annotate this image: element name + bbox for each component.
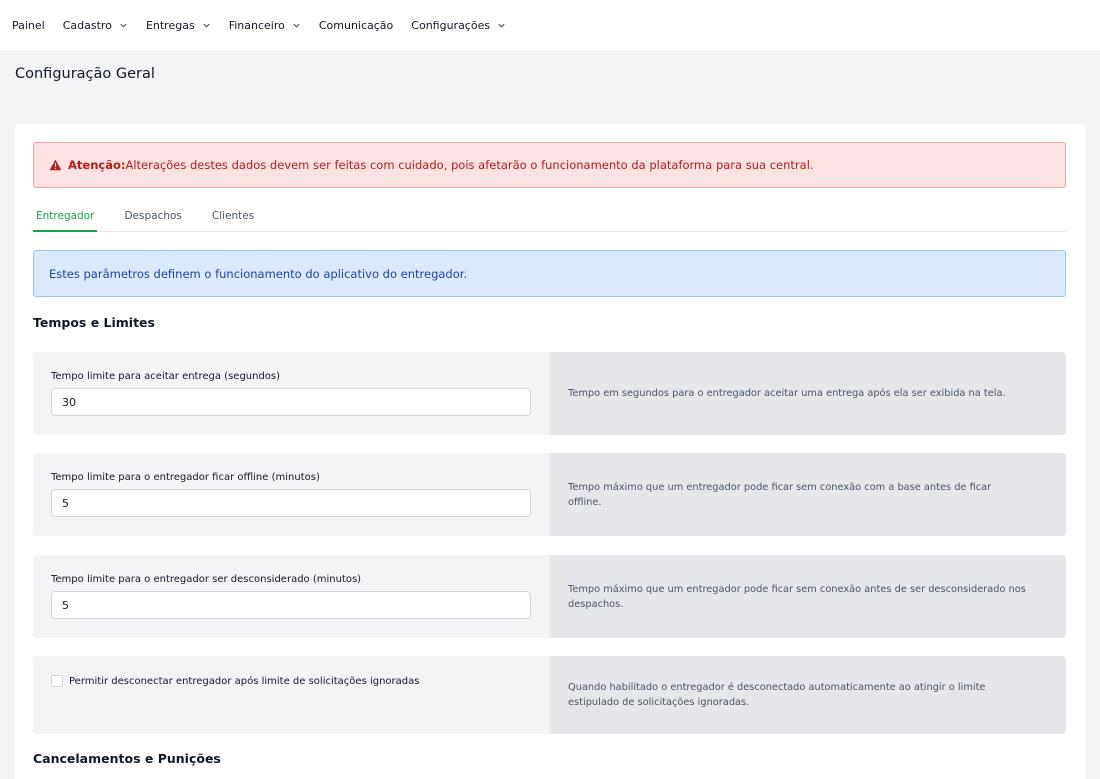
setting-row-disconnect-ignored: Permitir desconectar entregador após lim… bbox=[33, 656, 1066, 734]
field-label: Tempo limite para aceitar entrega (segun… bbox=[51, 371, 281, 382]
settings-card: Atenção: Alterações destes dados devem s… bbox=[15, 124, 1085, 779]
field-help-text: Tempo máximo que um entregador pode fica… bbox=[568, 481, 992, 508]
alert-text: Alterações destes dados devem ser feitas… bbox=[125, 158, 814, 172]
settings-tabs: Entregador Despachos Clientes bbox=[33, 204, 1066, 232]
top-navigation: Painel Cadastro Entregas Financeiro Comu… bbox=[0, 0, 1100, 50]
setting-row-left: Tempo limite para o entregador ficar off… bbox=[33, 453, 550, 536]
setting-row-accept-timeout: Tempo limite para aceitar entrega (segun… bbox=[33, 352, 1066, 435]
field-help-text: Quando habilitado o entregador é descone… bbox=[568, 682, 986, 708]
nav-item-financeiro[interactable]: Financeiro bbox=[229, 19, 301, 32]
field-help: Tempo máximo que um entregador pode fica… bbox=[550, 453, 1066, 536]
page-title: Configuração Geral bbox=[15, 66, 155, 82]
setting-row-left: Tempo limite para o entregador ser desco… bbox=[33, 555, 550, 638]
nav-item-label: Configurações bbox=[411, 18, 491, 32]
field-help: Tempo máximo que um entregador pode fica… bbox=[550, 555, 1066, 638]
chevron-down-icon bbox=[293, 23, 300, 28]
nav-item-label: Painel bbox=[12, 18, 45, 32]
section-title-cancellations: Cancelamentos e Punições bbox=[33, 751, 221, 766]
setting-row-disregard-timeout: Tempo limite para o entregador ser desco… bbox=[33, 555, 1066, 638]
disconnect-ignored-checkbox-wrap[interactable]: Permitir desconectar entregador após lim… bbox=[51, 675, 419, 687]
chevron-down-icon bbox=[120, 23, 127, 28]
accept-timeout-input[interactable] bbox=[51, 388, 531, 416]
field-help: Tempo em segundos para o entregador acei… bbox=[550, 352, 1066, 435]
field-help-text: Tempo máximo que um entregador pode fica… bbox=[568, 583, 1026, 610]
nav-item-configuracoes[interactable]: Configurações bbox=[411, 19, 506, 32]
field-label: Tempo limite para o entregador ficar off… bbox=[51, 472, 320, 483]
warning-alert: Atenção: Alterações destes dados devem s… bbox=[33, 142, 1066, 188]
setting-row-left: Tempo limite para aceitar entrega (segun… bbox=[33, 352, 550, 435]
chevron-down-icon bbox=[498, 23, 505, 28]
alert-strong-text: Atenção: bbox=[68, 158, 126, 172]
field-help: Quando habilitado o entregador é descone… bbox=[550, 656, 1066, 734]
nav-item-label: Financeiro bbox=[228, 18, 285, 32]
nav-item-entregas[interactable]: Entregas bbox=[146, 19, 211, 32]
tab-despachos[interactable]: Despachos bbox=[121, 204, 184, 232]
setting-row-offline-timeout: Tempo limite para o entregador ficar off… bbox=[33, 453, 1066, 536]
info-banner: Estes parâmetros definem o funcionamento… bbox=[33, 250, 1066, 297]
warning-triangle-icon bbox=[49, 159, 62, 171]
disregard-timeout-input[interactable] bbox=[51, 591, 531, 619]
nav-item-cadastro[interactable]: Cadastro bbox=[63, 19, 128, 32]
disconnect-ignored-checkbox[interactable] bbox=[51, 675, 63, 687]
checkbox-label: Permitir desconectar entregador após lim… bbox=[69, 675, 420, 687]
nav-item-label: Comunicação bbox=[318, 18, 394, 32]
nav-item-painel[interactable]: Painel bbox=[12, 19, 45, 32]
tab-entregador[interactable]: Entregador bbox=[33, 204, 98, 232]
offline-timeout-input[interactable] bbox=[51, 489, 531, 517]
field-label: Tempo limite para o entregador ser desco… bbox=[51, 574, 362, 585]
field-help-text: Tempo em segundos para o entregador acei… bbox=[568, 388, 1006, 399]
nav-item-label: Entregas bbox=[145, 18, 195, 32]
nav-item-comunicacao[interactable]: Comunicação bbox=[319, 19, 393, 32]
nav-item-label: Cadastro bbox=[62, 18, 112, 32]
info-text: Estes parâmetros definem o funcionamento… bbox=[49, 266, 468, 281]
section-title-limits: Tempos e Limites bbox=[33, 315, 155, 330]
chevron-down-icon bbox=[203, 23, 210, 28]
setting-row-left: Permitir desconectar entregador após lim… bbox=[33, 656, 550, 734]
tab-clientes[interactable]: Clientes bbox=[209, 204, 257, 232]
